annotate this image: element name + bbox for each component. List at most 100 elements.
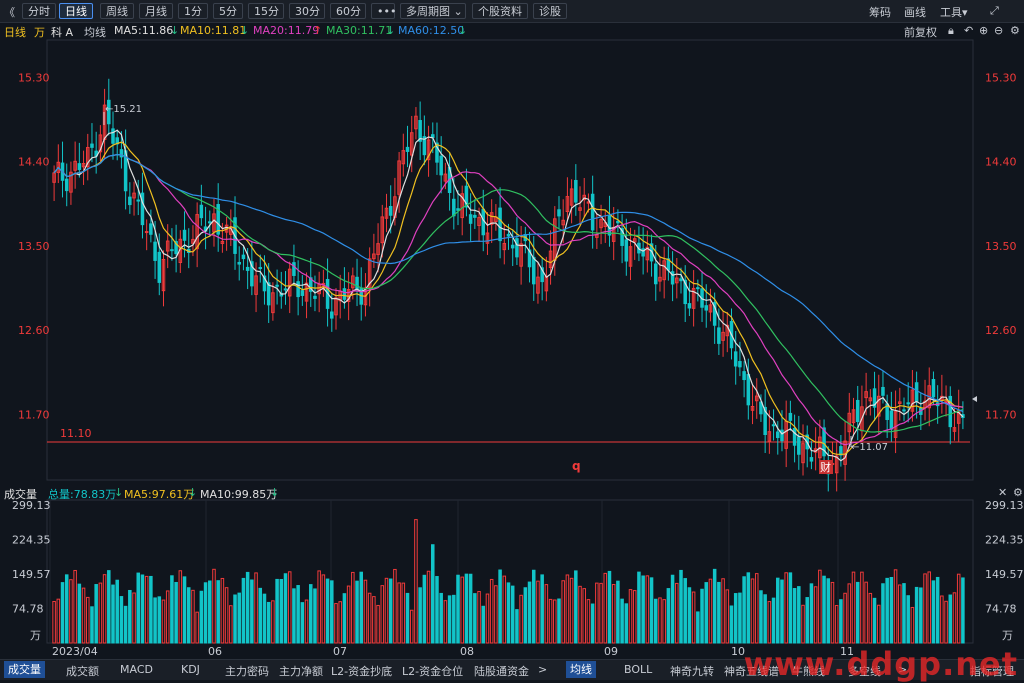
- volume-ma5-arrow: ↓: [188, 486, 198, 499]
- volume-tick-right: 299.13: [985, 499, 1024, 512]
- volume-bar: [132, 592, 136, 644]
- volume-bar: [515, 609, 519, 644]
- candle-body: [153, 241, 157, 261]
- tab-td9[interactable]: 神奇九转: [670, 663, 714, 679]
- volume-tick-left: 149.57: [12, 568, 51, 581]
- volume-bar: [330, 580, 334, 644]
- volume-bar: [489, 578, 494, 644]
- volume-ma5: MA5:97.61万: [124, 488, 195, 501]
- volume-bar: [687, 587, 692, 644]
- volume-bar: [569, 577, 574, 644]
- settings-icon[interactable]: ⚙︎: [1013, 486, 1023, 499]
- volume-bar: [759, 590, 763, 644]
- volume-bar: [914, 586, 919, 644]
- tab-boll[interactable]: BOLL: [624, 663, 652, 676]
- volume-bar: [414, 519, 418, 644]
- volume-bar: [123, 605, 128, 644]
- volume-bar: [839, 599, 843, 644]
- volume-bar: [363, 579, 368, 644]
- volume-bar: [822, 575, 826, 644]
- volume-bar: [468, 573, 473, 644]
- volume-bar: [60, 582, 65, 644]
- price-tick-left: 15.30: [18, 71, 50, 84]
- volume-bar: [426, 570, 431, 644]
- volume-bar: [279, 578, 284, 644]
- candle-body: [914, 382, 919, 402]
- tab-main-force-net[interactable]: 主力净额: [279, 663, 323, 679]
- tab-macd[interactable]: MACD: [120, 663, 153, 676]
- volume-bar: [834, 605, 839, 644]
- volume-bar: [94, 584, 98, 644]
- volume-total-arrow: ↓: [114, 486, 124, 499]
- candle-body: [704, 305, 709, 311]
- volume-bar: [464, 573, 469, 644]
- volume-ma10: MA10:99.85万: [200, 488, 278, 501]
- volume-bar: [115, 579, 119, 644]
- volume-bar: [77, 583, 82, 644]
- volume-bar: [961, 577, 965, 644]
- volume-bar: [439, 592, 443, 644]
- candle-body: [855, 399, 860, 422]
- ma10-line: [53, 141, 963, 455]
- tab-l2-bottom[interactable]: L2-资金抄底: [331, 663, 392, 679]
- volume-bar: [780, 579, 784, 644]
- volume-bar: [435, 576, 439, 644]
- candle-body: [313, 295, 317, 299]
- volume-bar: [262, 593, 267, 644]
- volume-bar: [847, 583, 852, 644]
- candle-body: [889, 410, 894, 430]
- tab-volume[interactable]: 成交量: [4, 661, 45, 678]
- tab-ma[interactable]: 均线: [566, 661, 596, 678]
- tab-hk-connect[interactable]: 陆股通资金: [474, 663, 529, 679]
- volume-bar: [653, 598, 658, 644]
- volume-bar: [662, 599, 666, 644]
- candle-body: [733, 351, 738, 367]
- volume-bar: [422, 574, 427, 644]
- low-marker: ←11.07: [851, 442, 888, 453]
- candle-body: [881, 386, 885, 396]
- volume-bar: [548, 598, 553, 644]
- month-label: 2023/04: [52, 645, 98, 658]
- volume-bar: [401, 582, 406, 644]
- tab-turnover[interactable]: 成交额: [66, 663, 99, 679]
- volume-bar: [443, 600, 448, 644]
- candle-body: [944, 400, 948, 403]
- candle-body: [788, 412, 793, 421]
- volume-tick-left: 万: [30, 629, 41, 642]
- candle-body: [498, 207, 502, 242]
- candle-body: [607, 215, 612, 236]
- price-frame: [46, 39, 974, 481]
- volume-bar: [186, 587, 191, 644]
- cai-marker[interactable]: 财: [820, 460, 831, 474]
- tab-l2-position[interactable]: L2-资金仓位: [402, 663, 463, 679]
- volume-bar: [494, 585, 498, 644]
- candle-body: [136, 199, 141, 202]
- volume-bar: [287, 571, 292, 644]
- tab-kdj[interactable]: KDJ: [181, 663, 200, 676]
- volume-bar: [754, 573, 759, 644]
- candle-body: [296, 281, 300, 298]
- candle-body: [149, 223, 153, 235]
- volume-bar: [843, 592, 847, 644]
- volume-bar: [611, 584, 616, 644]
- kline-chart[interactable]: 15.30 15.30 14.40 14.40 13.50 13.50 12.60 12.60…: [0, 0, 1024, 679]
- volume-bar: [801, 604, 805, 644]
- volume-bar: [586, 599, 591, 644]
- candle-body: [506, 233, 511, 237]
- tabs-next-arrow[interactable]: >: [538, 663, 547, 676]
- volume-bar: [717, 581, 721, 644]
- volume-bar: [308, 584, 313, 644]
- candle-body: [776, 431, 780, 439]
- price-tick-right: 12.60: [985, 324, 1017, 337]
- candle-body: [574, 179, 578, 203]
- volume-bar: [498, 569, 502, 644]
- tab-main-force-code[interactable]: 主力密码: [225, 663, 269, 679]
- close-icon[interactable]: ✕: [998, 486, 1007, 499]
- candle-body: [792, 427, 797, 446]
- volume-bar: [502, 575, 507, 644]
- volume-bar: [384, 577, 389, 644]
- volume-bar: [304, 599, 309, 644]
- volume-bar: [700, 588, 704, 644]
- candle-body: [388, 206, 393, 216]
- volume-bar: [763, 594, 767, 644]
